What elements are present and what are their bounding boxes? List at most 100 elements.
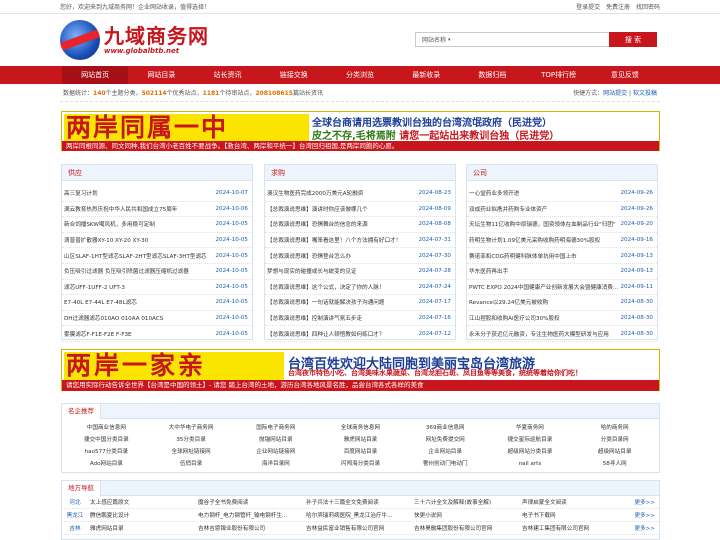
nav-top[interactable]: TOP排行榜	[526, 66, 592, 84]
region-site-link[interactable]: 三十六计全文及解释(故事全解)	[412, 498, 520, 506]
list-item-title[interactable]: 梦想与现实的碰撞或长与蜕变的见证	[267, 267, 357, 275]
featured-link[interactable]: 抛锚网站目录	[233, 434, 318, 446]
list-item-title[interactable]: 澳汉生物医药完成2000万美元A轮融资	[267, 189, 363, 197]
region-name[interactable]: 黑龙江	[62, 511, 88, 519]
list-item-title[interactable]: 【总裁演说思维】控制演讲气氛五步走	[267, 314, 362, 322]
region-site-link[interactable]: 吉林吉恩镍业股份有限公司	[196, 524, 304, 532]
featured-link[interactable]: 分类目录网	[572, 434, 657, 446]
quick-submit-link[interactable]: 网站提交	[603, 90, 627, 97]
banner-ad-2[interactable]: 两岸一家亲 台湾百姓欢迎大陆同胞到美丽宝岛台湾旅游 台湾夜市特色小吃、台湾美味水…	[61, 349, 660, 391]
nav-latest[interactable]: 最新收录	[393, 66, 459, 84]
forgot-link[interactable]: 找回密码	[636, 4, 660, 11]
list-item[interactable]: 【总裁演说思维】恐惧舞台的信念的来源 2024-08-08	[265, 217, 455, 233]
list-item[interactable]: 高三复习计划 2024-10-07	[62, 186, 252, 202]
featured-link[interactable]: 捷交星际巡航目录	[488, 434, 573, 446]
list-item-title[interactable]: 新合饲播SKW噶风机，多用稳可定制	[64, 220, 155, 228]
search-input[interactable]: 网站名称 ▾	[415, 32, 609, 47]
list-item-title[interactable]: 华东医药再出手	[469, 267, 508, 275]
list-item-title[interactable]: 【总裁演说思维】这个公式，决定了你的人脉！	[267, 283, 384, 291]
featured-link[interactable]: 网址免费提交网	[403, 434, 488, 446]
featured-link[interactable]: 超级网站目录	[572, 446, 657, 458]
nav-home[interactable]: 网站首页	[62, 66, 129, 84]
list-item[interactable]: 新合饲播SKW噶风机，多用稳可定制 2024-10-05	[62, 217, 252, 233]
list-item[interactable]: 【总裁演说思维】嘴笨看这里！八个方法拥有好口才！ 2024-07-31	[265, 233, 455, 249]
region-site-link[interactable]: 声律启蒙全文阅读	[520, 498, 628, 506]
site-logo[interactable]: 九域商务网 www.globalbtb.net	[60, 20, 209, 60]
region-site-link[interactable]: 吉林昊融集团股份有限公司官网	[412, 524, 520, 532]
list-item-title[interactable]: 【总裁演说思维】恐惧登台怎么办	[267, 252, 351, 260]
list-item[interactable]: DH过滤器滤芯010AO 010AA 010ACS 2024-10-05	[62, 311, 252, 327]
list-item-title[interactable]: 山区SLAF-1HT型滤芯SLAF-2HT型滤芯SLAF-3HT型滤芯	[64, 252, 207, 260]
search-button[interactable]: 搜 索	[609, 32, 657, 47]
list-item-title[interactable]: 天坛生物11亿收购中原瑞德，国资领体在血制品行业"归团"	[469, 220, 616, 228]
nav-categories[interactable]: 分类浏览	[327, 66, 393, 84]
list-item-title[interactable]: 【总裁演说思维】四种让人顿悟教如何练口才？	[267, 330, 384, 338]
region-site-link[interactable]: 电力钢杆_电力钢管杆_输电钢杆生...	[196, 511, 304, 519]
featured-link[interactable]: 58寻人网	[572, 458, 657, 470]
list-item-title[interactable]: 负压吸引过滤器 负压吸引除菌过滤器压缩机过滤器	[64, 267, 189, 275]
featured-link[interactable]: 企业网站目录	[403, 446, 488, 458]
list-item-title[interactable]: 满云教育热烈庆祝中华人民共和国成立75周年	[64, 205, 177, 213]
banner-ad-1[interactable]: 两岸同属一中 全球台商请用选票教训台独的台湾流氓政府（民进党） 皮之不存,毛将焉…	[61, 111, 660, 151]
list-item[interactable]: 澳汉生物医药完成2000万美元A轮融资 2024-08-23	[265, 186, 455, 202]
list-item-title[interactable]: 高三复习计划	[64, 189, 98, 197]
list-item-title[interactable]: 【总裁演说思维】一句话就能解决孩子沟通问题	[267, 298, 384, 306]
featured-link[interactable]: 35分类目录	[149, 434, 234, 446]
featured-link[interactable]: 企业网站链接网	[233, 446, 318, 458]
list-item[interactable]: 【总裁演说思维】演讲时你应该做哪几个 2024-08-09	[265, 202, 455, 218]
featured-link[interactable]: 奢州创动门电动门	[403, 458, 488, 470]
featured-link[interactable]: 全球网址链接网	[149, 446, 234, 458]
featured-link[interactable]: 百度网站目录	[318, 446, 403, 458]
nav-archive[interactable]: 数据归档	[459, 66, 525, 84]
region-more-link[interactable]: 更多>>	[634, 511, 659, 519]
featured-link[interactable]: 国际电子商务网	[233, 422, 318, 434]
featured-link[interactable]: nail arts	[488, 458, 573, 470]
list-item[interactable]: 雾膜滤芯F-F1E-F2E F-F3E 2024-10-05	[62, 326, 252, 342]
list-item-title[interactable]: PWTC EXPO 2024中国健康产业创新发展大会暨健康消费...	[469, 283, 618, 291]
featured-link[interactable]: 捷交中国分类目录	[64, 434, 149, 446]
featured-link[interactable]: 海洋目录网	[233, 458, 318, 470]
region-site-link[interactable]: 吉林建工集团有限公司官网	[520, 524, 628, 532]
region-site-link[interactable]: 吉林益民富业销售有限公司官网	[304, 524, 412, 532]
list-item[interactable]: PWTC EXPO 2024中国健康产业创新发展大会暨健康消费... 2024-0…	[467, 280, 657, 296]
list-item[interactable]: 满云教育热烈庆祝中华人民共和国成立75周年 2024-10-06	[62, 202, 252, 218]
quick-article-link[interactable]: 软文投稿	[633, 90, 657, 97]
list-item-title[interactable]: 滴普普扩散器XY-10 XY-20 XY-30	[64, 236, 148, 244]
list-item[interactable]: 双成药业拟携并药购专业体资产 2024-09-26	[467, 202, 657, 218]
list-item-title[interactable]: 江山捏股和收购AI医疗公司30%股权	[469, 314, 560, 322]
nav-news[interactable]: 站长资讯	[194, 66, 260, 84]
list-item[interactable]: 华东医药再出手 2024-09-13	[467, 264, 657, 280]
list-item[interactable]: 赛诺菲和CDG药明健科脉体单抗用中国上市 2024-09-13	[467, 248, 657, 264]
region-site-link[interactable]: 电子书下载网	[520, 511, 628, 519]
region-site-link[interactable]: 快更小说网	[412, 511, 520, 519]
region-site-link[interactable]: 哈尔滨瑞莉病医院_黑龙江治疗牛...	[304, 511, 412, 519]
featured-link[interactable]: 369商业信息网	[403, 422, 488, 434]
list-item-title[interactable]: E7-40L E7-44L E7-48L滤芯	[64, 298, 137, 306]
featured-link[interactable]: 闪闯海分类目录	[318, 458, 403, 470]
region-more-link[interactable]: 更多>>	[634, 524, 659, 532]
login-link[interactable]: 登录提交	[576, 4, 600, 11]
featured-link[interactable]: 超级网站分类目录	[488, 446, 573, 458]
list-item[interactable]: 永禾分子获近亿元融资，专注生物医药大模型研发与应用 2024-08-30	[467, 326, 657, 342]
region-site-link[interactable]: 雅虎网站目录	[88, 524, 196, 532]
featured-link[interactable]: 哈的商务网	[572, 422, 657, 434]
featured-link[interactable]: 大中华电子商务网	[149, 422, 234, 434]
featured-link[interactable]: 全球商务信息网	[318, 422, 403, 434]
list-item-title[interactable]: 【总裁演说思维】恐惧舞台的信念的来源	[267, 220, 368, 228]
list-item[interactable]: 【总裁演说思维】四种让人顿悟教如何练口才？ 2024-07-12	[265, 326, 455, 342]
list-item-title[interactable]: 药明生物计划1.09亿美元采购收购药明海德30%股权	[469, 236, 600, 244]
region-site-link[interactable]: 腾信鹏夏比设计	[88, 511, 196, 519]
list-item-title[interactable]: 【总裁演说思维】嘴笨看这里！八个方法拥有好口才！	[267, 236, 401, 244]
list-item[interactable]: 一心堂药业多领开进 2024-09-26	[467, 186, 657, 202]
region-more-link[interactable]: 更多>>	[634, 498, 659, 506]
list-item[interactable]: 山区SLAF-1HT型滤芯SLAF-2HT型滤芯SLAF-3HT型滤芯 2024-…	[62, 248, 252, 264]
list-item[interactable]: 梦想与现实的碰撞或长与蜕变的见证 2024-07-28	[265, 264, 455, 280]
list-item[interactable]: 滴普普扩散器XY-10 XY-20 XY-30 2024-10-05	[62, 233, 252, 249]
list-item-title[interactable]: 永禾分子获近亿元融资，专注生物医药大模型研发与应用	[469, 330, 609, 338]
list-item-title[interactable]: 雾膜滤芯F-F1E-F2E F-F3E	[64, 330, 132, 338]
list-item-title[interactable]: DH过滤器滤芯010AO 010AA 010ACS	[64, 314, 163, 322]
featured-link[interactable]: hao577分类目录	[64, 446, 149, 458]
featured-link[interactable]: 雅虎网站目录	[318, 434, 403, 446]
nav-directory[interactable]: 网站目录	[128, 66, 194, 84]
featured-link[interactable]: 伍俏目录	[149, 458, 234, 470]
